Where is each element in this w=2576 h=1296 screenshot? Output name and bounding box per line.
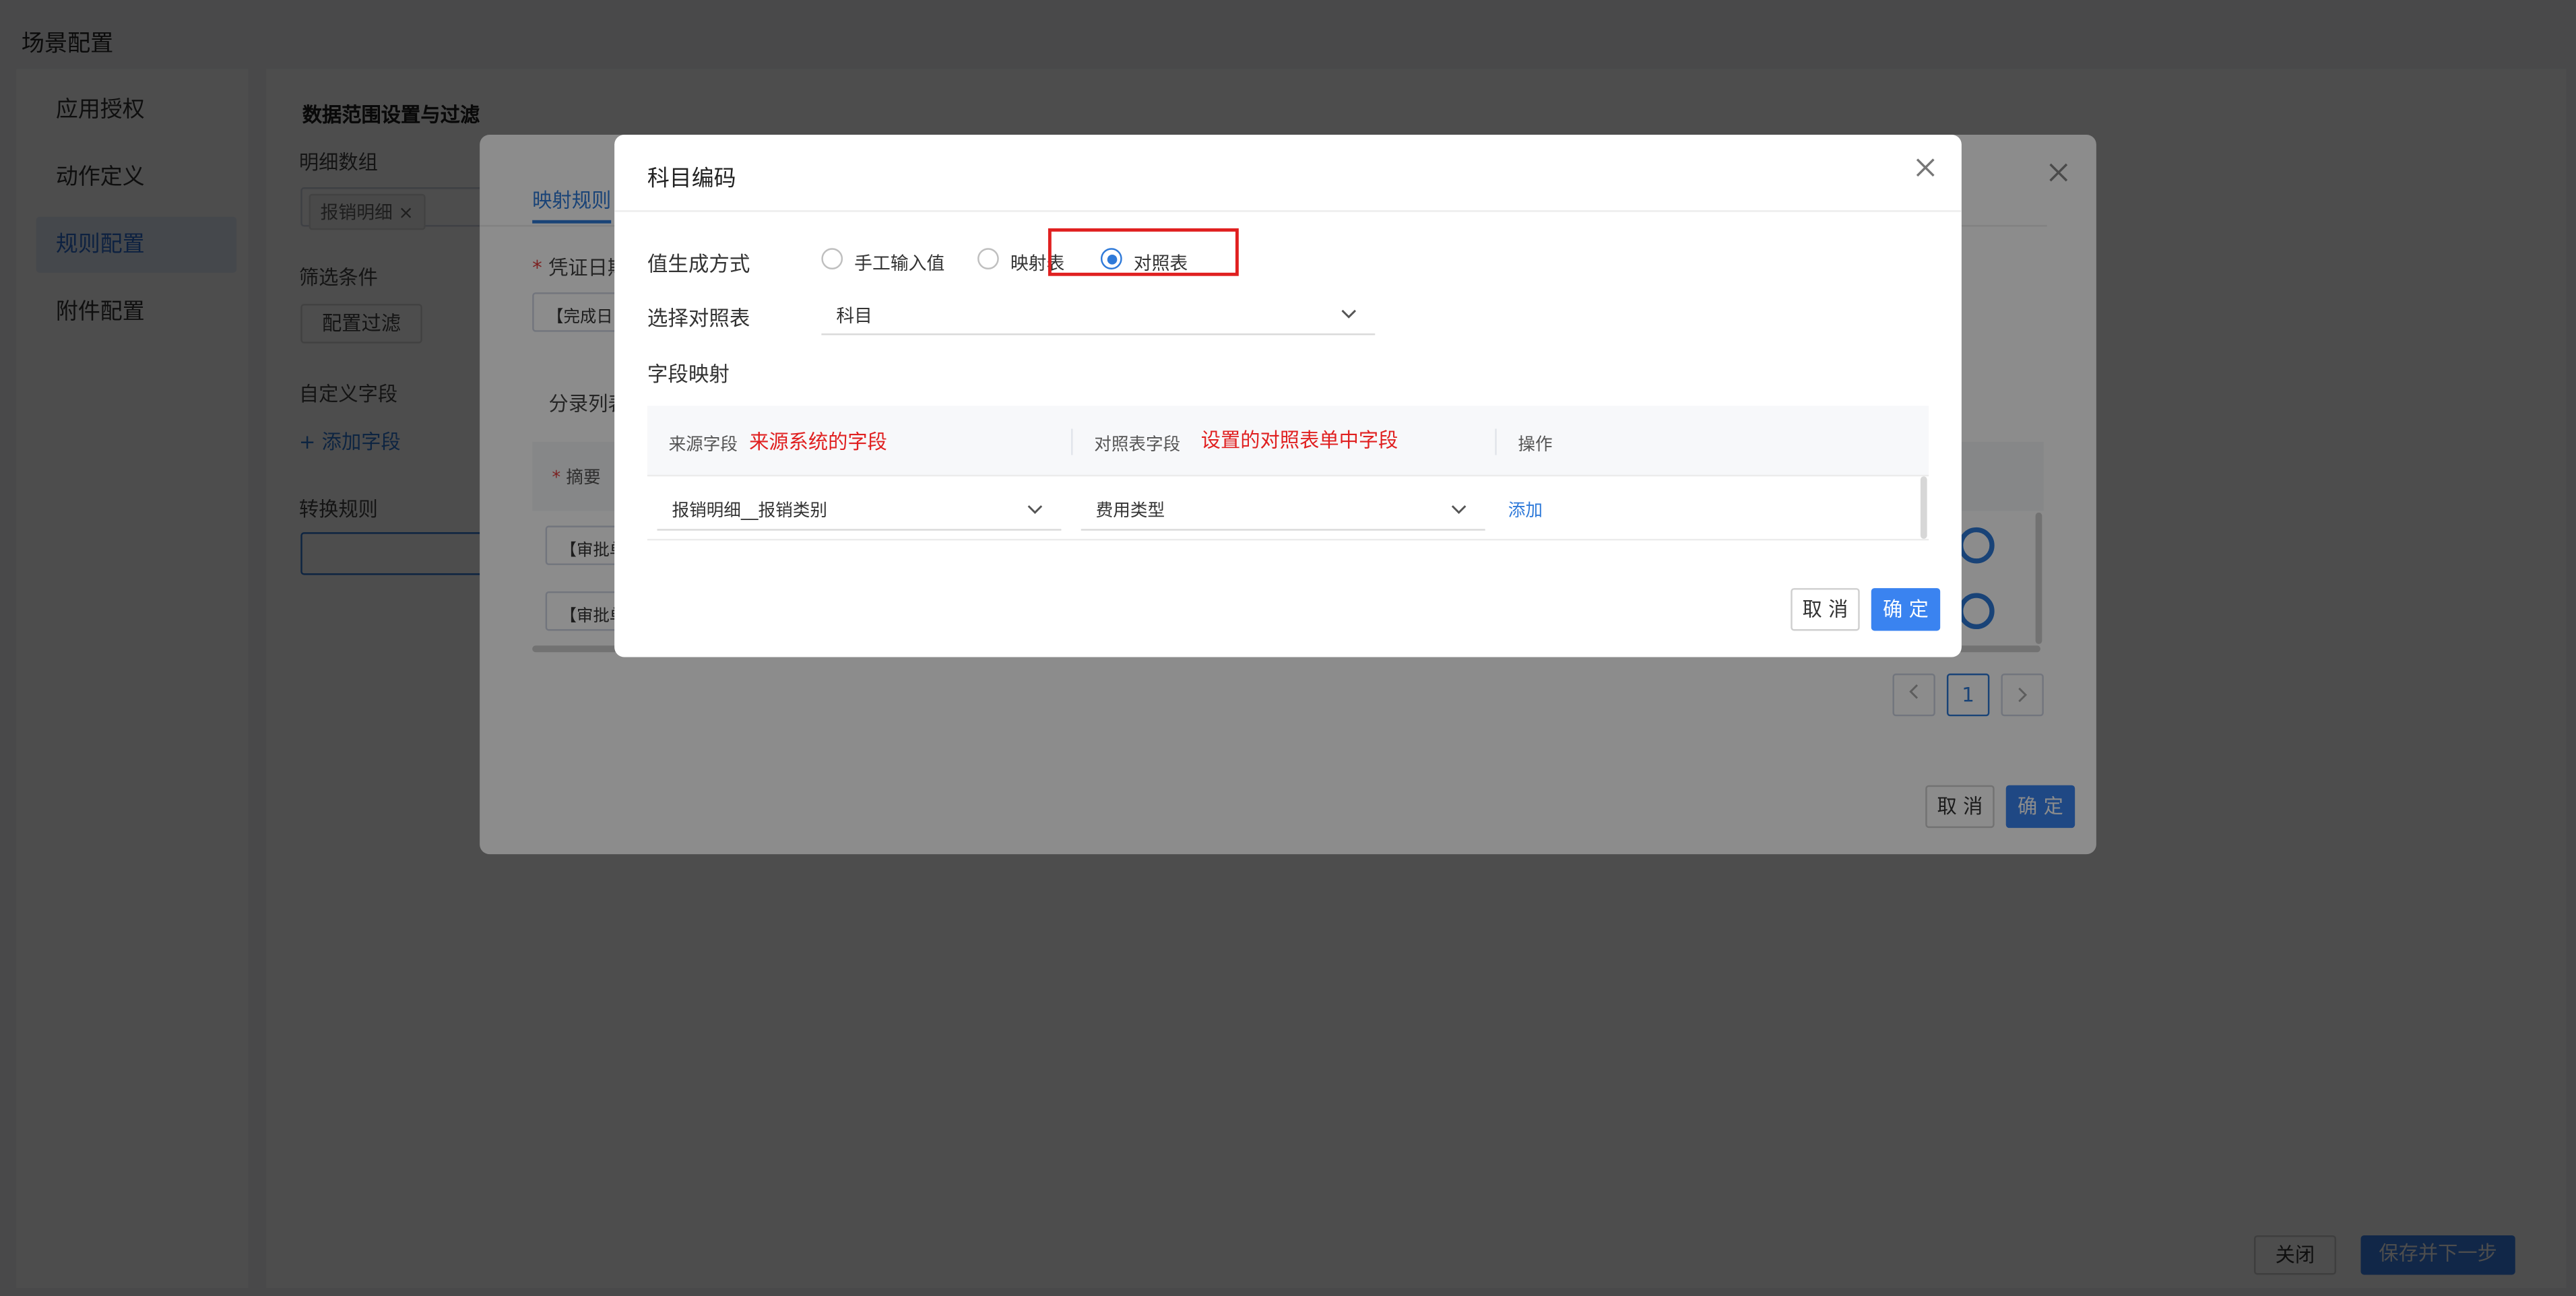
cancel-button[interactable]: 取 消 — [1791, 588, 1860, 631]
chevron-down-icon — [1027, 505, 1043, 514]
close-icon[interactable] — [1912, 154, 1939, 181]
col-source-note: 来源系统的字段 — [749, 430, 887, 454]
table-scrollbar[interactable] — [1920, 476, 1927, 539]
target-field-select[interactable]: 费用类型 — [1081, 486, 1485, 531]
chevron-down-icon — [1341, 309, 1357, 319]
lookup-table-select[interactable]: 科目 — [821, 291, 1376, 335]
header-divider — [614, 210, 1962, 212]
lookup-table-value: 科目 — [836, 305, 872, 327]
col-target-note: 设置的对照表单中字段 — [1200, 428, 1398, 452]
source-field-select[interactable]: 报销明细__报销类别 — [657, 486, 1062, 531]
source-field-value: 报销明细__报销类别 — [672, 500, 827, 521]
target-field-value: 费用类型 — [1095, 500, 1165, 521]
confirm-button[interactable]: 确 定 — [1871, 588, 1941, 631]
mapping-table-header: 来源字段 来源系统的字段 对照表字段 设置的对照表单中字段 操作 — [647, 406, 1929, 477]
dialog-title: 科目编码 — [647, 166, 736, 193]
column-separator — [1071, 428, 1073, 455]
field-mapping-label: 字段映射 — [647, 361, 730, 387]
chevron-down-icon — [1451, 505, 1467, 514]
radio-lookup-table[interactable] — [1100, 248, 1122, 269]
add-row-link[interactable]: 添加 — [1508, 498, 1543, 523]
radio-manual-input-label[interactable]: 手工输入值 — [854, 250, 944, 276]
column-separator — [1495, 428, 1497, 455]
select-table-label: 选择对照表 — [647, 305, 750, 331]
col-source-header: 来源字段 — [668, 435, 738, 455]
radio-lookup-table-label[interactable]: 对照表 — [1134, 250, 1188, 276]
radio-manual-input[interactable] — [821, 248, 843, 269]
col-action-header: 操作 — [1518, 435, 1553, 455]
col-target-header: 对照表字段 — [1094, 435, 1181, 455]
value-mode-label: 值生成方式 — [647, 251, 750, 276]
row-divider — [647, 538, 1929, 541]
row-divider — [647, 474, 1929, 477]
subject-code-dialog: 科目编码 值生成方式 手工输入值 映射表 对照表 选择对照表 科目 字段映射 来… — [614, 134, 1962, 657]
radio-mapping-table[interactable] — [977, 248, 999, 269]
